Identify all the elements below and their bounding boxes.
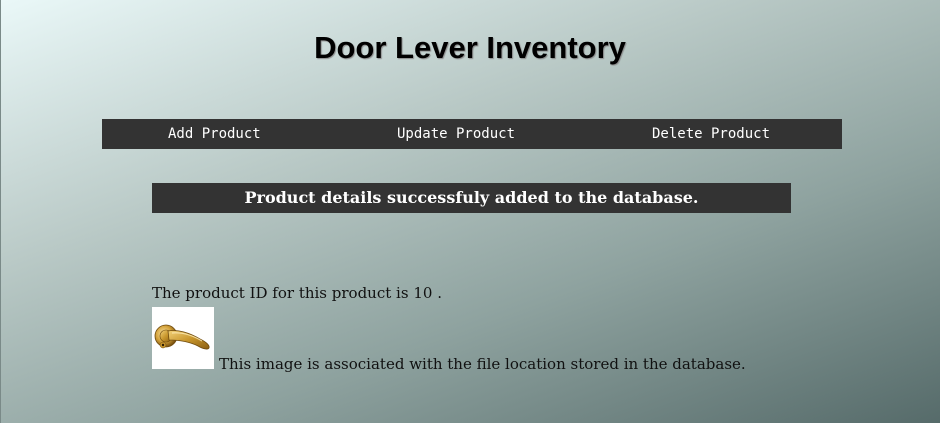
nav-update-product[interactable]: Update Product <box>397 119 515 149</box>
page-title: Door Lever Inventory <box>314 30 626 65</box>
nav-bar: Add Product Update Product Delete Produc… <box>102 119 842 149</box>
product-id-value: 10 <box>413 284 433 302</box>
nav-delete-product[interactable]: Delete Product <box>652 119 770 149</box>
door-lever-icon <box>154 324 210 350</box>
product-id-prefix: The product ID for this product is <box>152 284 409 302</box>
product-id-suffix: . <box>437 284 442 302</box>
success-banner: Product details successfuly added to the… <box>152 183 791 213</box>
image-caption: This image is associated with the file l… <box>219 355 746 373</box>
product-id-line: The product ID for this product is 10 . <box>152 284 442 302</box>
door-lever-image <box>152 307 214 369</box>
nav-add-product[interactable]: Add Product <box>168 119 261 149</box>
